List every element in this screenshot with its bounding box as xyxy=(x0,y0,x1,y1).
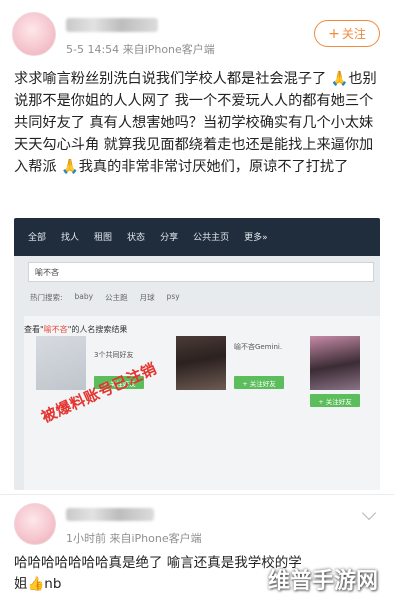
site-tab: 公共主页 xyxy=(193,233,230,243)
commenter-name-blurred[interactable] xyxy=(66,508,154,521)
result-photo xyxy=(36,336,86,390)
result-photo xyxy=(176,336,226,390)
site-search-box: 喻不吝 xyxy=(28,262,374,282)
site-tab: 状态 xyxy=(127,233,146,243)
add-friend-button: + 关注好友 xyxy=(234,376,284,389)
hot-search-item: 公主跑 xyxy=(105,293,128,302)
embedded-screenshot[interactable]: 全部 找人 租图 状态 分享 公共主页 更多» 喻不吝 热门搜索: baby 公… xyxy=(14,218,380,490)
hot-search-item: 月球 xyxy=(139,293,155,302)
follow-label: 关注 xyxy=(341,27,366,41)
site-tabs: 全部 找人 租图 状态 分享 公共主页 更多» xyxy=(28,230,268,243)
hot-search-item: psy xyxy=(166,292,180,301)
site-tab: 更多» xyxy=(244,233,268,243)
hot-search-label: 热门搜索: xyxy=(30,293,63,302)
plus-icon: + xyxy=(328,25,340,42)
comment-meta: 1小时前 来自iPhone客户端 xyxy=(66,532,202,545)
follow-button[interactable]: + 关注 xyxy=(314,20,380,47)
chevron-down-icon[interactable] xyxy=(361,505,377,521)
results-title: 查看"喻不吝"的人名搜索结果 xyxy=(24,325,128,334)
site-tab: 找人 xyxy=(61,233,80,243)
watermark: 维普手游网 xyxy=(268,569,379,594)
result-photo xyxy=(310,336,360,390)
result-name: 喻不吝Gemini. xyxy=(234,343,283,351)
add-friend-button: + 关注好友 xyxy=(310,394,360,407)
divider xyxy=(0,494,394,495)
commenter-avatar[interactable] xyxy=(14,503,56,545)
site-tab: 分享 xyxy=(160,233,179,243)
post-meta: 5-5 14:54 来自iPhone客户端 xyxy=(66,43,215,56)
hot-search-item: baby xyxy=(74,292,94,301)
mutual-friends-text: 3个共同好友 xyxy=(94,351,134,359)
username-blurred[interactable] xyxy=(66,18,158,32)
site-tab: 全部 xyxy=(28,233,47,243)
site-tab: 租图 xyxy=(94,233,113,243)
hot-search-row: 热门搜索: baby 公主跑 月球 psy xyxy=(30,292,180,303)
post-body: 求求喻言粉丝别洗白说我们学校人都是社会混子了 🙏也别说那不是你姐的人人网了 我一… xyxy=(14,71,377,175)
avatar[interactable] xyxy=(12,12,56,56)
